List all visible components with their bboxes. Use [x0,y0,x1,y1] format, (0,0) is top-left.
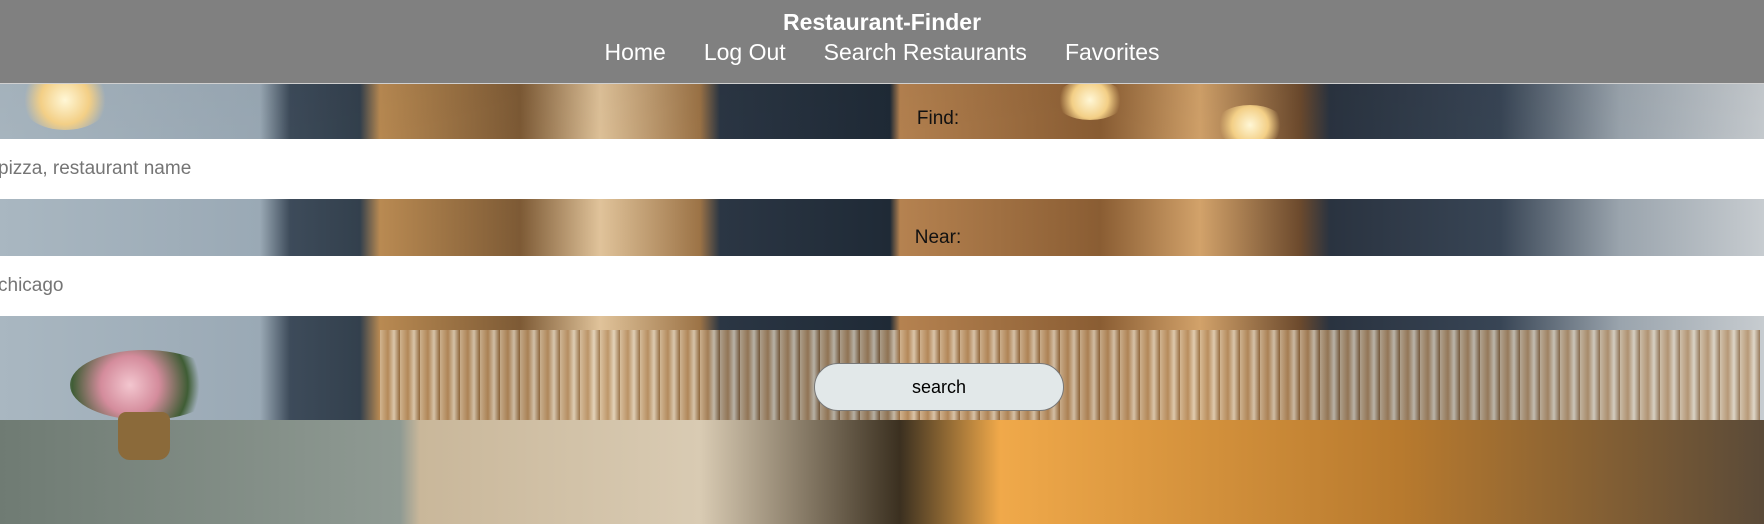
find-input[interactable] [0,139,1764,199]
bar-counter-decoration [0,420,1764,524]
search-button[interactable]: search [814,363,1064,411]
flowers-decoration [70,350,220,420]
page: Restaurant-Finder Home Log Out Search Re… [0,0,1764,524]
main-nav: Home Log Out Search Restaurants Favorite… [0,38,1764,66]
top-navigation-bar: Restaurant-Finder Home Log Out Search Re… [0,0,1764,84]
app-title: Restaurant-Finder [782,9,982,35]
find-label: Find: [916,108,960,129]
nav-home-link[interactable]: Home [604,38,665,66]
near-label: Near: [914,227,962,248]
nav-search-restaurants-link[interactable]: Search Restaurants [824,38,1027,66]
vase-decoration [118,412,170,460]
bar-shelf-decoration [380,330,1760,420]
near-input[interactable] [0,256,1764,316]
nav-favorites-link[interactable]: Favorites [1065,38,1160,66]
nav-logout-link[interactable]: Log Out [704,38,786,66]
